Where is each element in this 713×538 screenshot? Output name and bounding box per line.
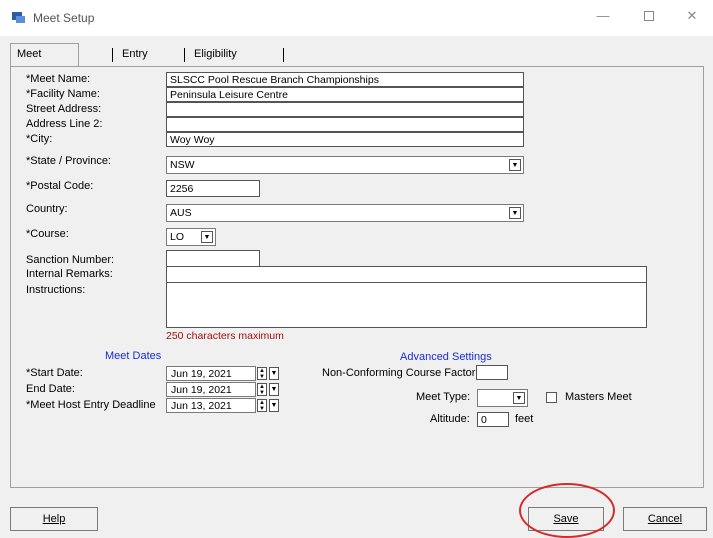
end-date-calendar-button[interactable]: ▼ [269, 383, 279, 396]
altitude-label: Altitude: [430, 413, 470, 425]
entry-deadline-calendar-button[interactable]: ▼ [269, 399, 279, 412]
entry-deadline-label: *Meet Host Entry Deadline [26, 399, 156, 411]
cancel-button-label: Cancel [647, 513, 683, 525]
window-title: Meet Setup [33, 11, 95, 25]
postal-code-label: *Postal Code: [26, 180, 94, 192]
internal-remarks-label: Internal Remarks: [26, 268, 113, 280]
chevron-down-icon[interactable]: ▼ [513, 392, 525, 404]
country-label: Country: [26, 203, 68, 215]
instructions-label: Instructions: [26, 284, 86, 296]
dialog-client-area: Meet Description Entry Fees Eligibility … [0, 36, 713, 538]
tab-entry-fees[interactable]: Entry Fees [116, 44, 154, 80]
instructions-textarea[interactable] [166, 282, 647, 328]
course-value: LO [170, 231, 185, 243]
meet-type-label: Meet Type: [416, 391, 471, 403]
tab-meet-description[interactable]: Meet Description [10, 43, 80, 80]
tab-separator [184, 48, 185, 62]
internal-remarks-field[interactable] [166, 266, 647, 283]
meet-name-field[interactable]: SLSCC Pool Rescue Branch Championships [166, 72, 524, 87]
help-button[interactable]: Help [10, 507, 98, 531]
start-date-field[interactable]: Jun 19, 2021 [166, 366, 256, 381]
altitude-unit: feet [515, 413, 534, 425]
cancel-button[interactable]: Cancel [623, 507, 707, 531]
country-value: AUS [170, 207, 192, 219]
course-dropdown[interactable]: LO ▼ [166, 228, 216, 246]
street-address-label: Street Address: [26, 103, 102, 115]
city-field[interactable]: Woy Woy [166, 132, 524, 147]
start-date-calendar-button[interactable]: ▼ [269, 367, 279, 380]
maximize-button[interactable] [634, 8, 664, 24]
course-label: *Course: [26, 228, 69, 240]
chevron-down-icon[interactable]: ▼ [509, 159, 521, 171]
street-address-field[interactable] [166, 102, 524, 117]
title-bar: Meet Setup — ✕ [0, 0, 713, 36]
meet-type-dropdown[interactable]: ▼ [477, 389, 528, 407]
postal-code-field[interactable]: 2256 [166, 180, 260, 197]
country-dropdown[interactable]: AUS ▼ [166, 204, 524, 222]
maximize-icon [644, 11, 654, 21]
tab-eligibility-rules[interactable]: Eligibility Rules [188, 44, 243, 80]
tab-separator [283, 48, 284, 62]
meet-dates-title: Meet Dates [105, 350, 162, 362]
state-dropdown[interactable]: NSW ▼ [166, 156, 524, 174]
address-line2-field[interactable] [166, 117, 524, 132]
entry-deadline-spinner[interactable]: ▲ ▼ [257, 399, 267, 412]
state-value: NSW [170, 159, 195, 171]
tab-separator [112, 48, 113, 62]
facility-name-field[interactable]: Peninsula Leisure Centre [166, 87, 524, 102]
chevron-down-icon[interactable]: ▼ [509, 207, 521, 219]
end-date-spinner[interactable]: ▲ ▼ [257, 383, 267, 396]
meet-description-panel: *Meet Name: SLSCC Pool Rescue Branch Cha… [10, 66, 704, 488]
save-button[interactable]: Save [528, 507, 604, 531]
save-button-label: Save [553, 513, 579, 525]
end-date-field[interactable]: Jun 19, 2021 [166, 382, 256, 397]
help-button-label: Help [42, 513, 66, 525]
altitude-field[interactable]: 0 [477, 412, 509, 427]
city-label: *City: [26, 133, 53, 145]
advanced-settings-title: Advanced Settings [400, 351, 492, 363]
start-date-spinner[interactable]: ▲ ▼ [257, 367, 267, 380]
masters-meet-label: Masters Meet [565, 391, 632, 403]
sanction-number-label: Sanction Number: [26, 254, 115, 266]
meet-setup-app-icon [12, 12, 25, 23]
address-line2-label: Address Line 2: [26, 118, 103, 130]
char-limit-note: 250 characters maximum [166, 330, 284, 342]
masters-meet-checkbox[interactable] [546, 392, 557, 403]
close-button[interactable]: ✕ [677, 8, 707, 24]
facility-name-label: *Facility Name: [26, 88, 100, 100]
entry-deadline-field[interactable]: Jun 13, 2021 [166, 398, 256, 413]
start-date-label: *Start Date: [26, 367, 83, 379]
sanction-number-field[interactable] [166, 250, 260, 267]
chevron-down-icon[interactable]: ▼ [201, 231, 213, 243]
course-factor-field[interactable] [476, 365, 508, 380]
state-label: *State / Province: [26, 155, 111, 167]
course-factor-label: Non-Conforming Course Factor [322, 367, 476, 379]
meet-name-label: *Meet Name: [26, 73, 91, 85]
end-date-label: End Date: [26, 383, 75, 395]
minimize-button[interactable]: — [588, 8, 618, 23]
